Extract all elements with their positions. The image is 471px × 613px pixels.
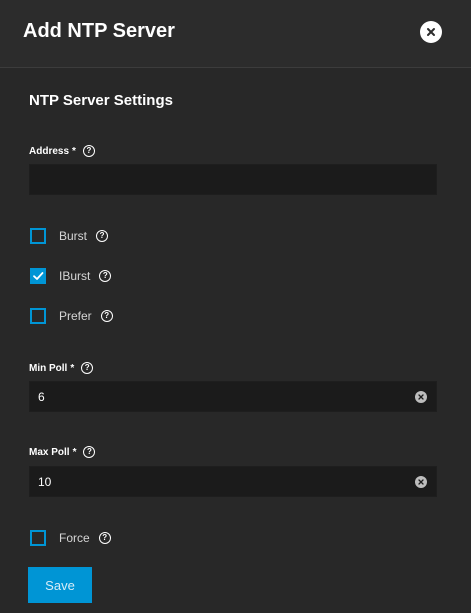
min-poll-required-mark: * [70, 362, 75, 374]
force-checkbox-row[interactable]: Force ? [30, 530, 111, 546]
check-icon [33, 272, 44, 280]
dialog-header: Add NTP Server [0, 0, 471, 68]
burst-label: Burst [59, 229, 88, 243]
prefer-help-icon[interactable]: ? [100, 310, 113, 322]
address-input[interactable] [29, 164, 437, 195]
burst-checkbox-row[interactable]: Burst ? [30, 228, 109, 244]
min-poll-clear-icon[interactable] [415, 391, 427, 403]
burst-checkbox[interactable] [30, 228, 46, 244]
dialog-title: Add NTP Server [23, 20, 175, 42]
prefer-checkbox[interactable] [30, 308, 46, 324]
iburst-checkbox[interactable] [30, 268, 46, 284]
max-poll-required-mark: * [72, 446, 77, 458]
force-label: Force [59, 531, 90, 545]
close-button[interactable] [420, 21, 442, 43]
min-poll-label: Min Poll [29, 362, 68, 374]
burst-help-icon[interactable]: ? [96, 230, 109, 242]
min-poll-input[interactable] [29, 381, 437, 412]
iburst-checkbox-row[interactable]: IBurst ? [30, 268, 112, 284]
address-label: Address [29, 145, 70, 157]
address-required-mark: * [72, 145, 76, 157]
iburst-help-icon[interactable]: ? [99, 270, 112, 282]
max-poll-label-row: Max Poll * ? [29, 446, 96, 458]
prefer-checkbox-row[interactable]: Prefer ? [30, 308, 113, 324]
min-poll-label-row: Min Poll * ? [29, 362, 94, 374]
address-help-icon[interactable]: ? [82, 145, 95, 157]
max-poll-label: Max Poll [29, 446, 70, 458]
force-help-icon[interactable]: ? [98, 532, 111, 544]
max-poll-help-icon[interactable]: ? [83, 446, 96, 458]
section-title: NTP Server Settings [29, 92, 173, 109]
max-poll-input[interactable] [29, 466, 437, 497]
prefer-label: Prefer [59, 309, 92, 323]
address-label-row: Address * ? [29, 145, 95, 157]
iburst-label: IBurst [59, 269, 91, 283]
close-icon [427, 28, 435, 36]
max-poll-clear-icon[interactable] [415, 476, 427, 488]
min-poll-help-icon[interactable]: ? [81, 362, 94, 374]
save-button[interactable]: Save [28, 567, 92, 603]
force-checkbox[interactable] [30, 530, 46, 546]
